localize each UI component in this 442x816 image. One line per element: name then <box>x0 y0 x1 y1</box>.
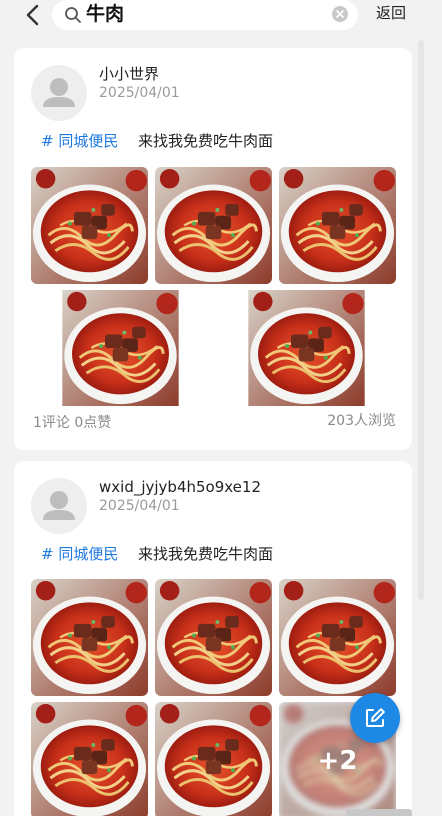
search-header: 牛肉 返回 <box>0 0 442 38</box>
post-card[interactable]: 小小世界 2025/04/01 # 同城便民 来找我免费吃牛肉面 1评论 0点赞… <box>14 48 412 450</box>
chevron-left-icon <box>26 4 39 26</box>
post-image[interactable] <box>155 167 272 284</box>
username[interactable]: wxid_jyjyb4h5o9xe12 <box>99 478 261 496</box>
avatar[interactable] <box>31 65 87 121</box>
post-date: 2025/04/01 <box>99 498 180 514</box>
post-content: 来找我免费吃牛肉面 <box>138 132 274 150</box>
compose-button[interactable] <box>350 693 400 743</box>
post-image[interactable] <box>31 579 148 696</box>
post-image[interactable] <box>217 290 396 406</box>
topic-tag[interactable]: # 同城便民 <box>41 544 118 564</box>
person-icon <box>43 78 75 107</box>
post-card[interactable]: wxid_jyjyb4h5o9xe12 2025/04/01 # 同城便民 来找… <box>14 461 412 816</box>
post-image[interactable] <box>31 290 210 406</box>
post-image[interactable] <box>279 579 396 696</box>
post-content: 来找我免费吃牛肉面 <box>138 545 274 563</box>
clear-button[interactable] <box>332 6 348 22</box>
post-image[interactable] <box>31 167 148 284</box>
post-image[interactable] <box>155 702 272 816</box>
person-icon <box>43 491 75 520</box>
view-count: 203人浏览 <box>327 413 396 429</box>
post-date: 2025/04/01 <box>99 85 180 101</box>
scrollbar[interactable] <box>418 40 424 600</box>
edit-icon <box>366 708 385 727</box>
post-image[interactable] <box>279 167 396 284</box>
avatar[interactable] <box>31 478 87 534</box>
back-text-button[interactable]: 返回 <box>376 3 406 23</box>
search-input[interactable]: 牛肉 <box>52 0 358 30</box>
back-button[interactable] <box>18 0 46 30</box>
post-image[interactable] <box>155 579 272 696</box>
clear-icon <box>336 10 344 18</box>
comment-like-count: 1评论 0点赞 <box>33 415 112 431</box>
bottom-handle <box>346 809 412 816</box>
post-image[interactable] <box>31 702 148 816</box>
username[interactable]: 小小世界 <box>99 65 159 83</box>
search-query: 牛肉 <box>86 3 125 25</box>
search-icon <box>65 7 81 23</box>
topic-tag[interactable]: # 同城便民 <box>41 131 118 151</box>
